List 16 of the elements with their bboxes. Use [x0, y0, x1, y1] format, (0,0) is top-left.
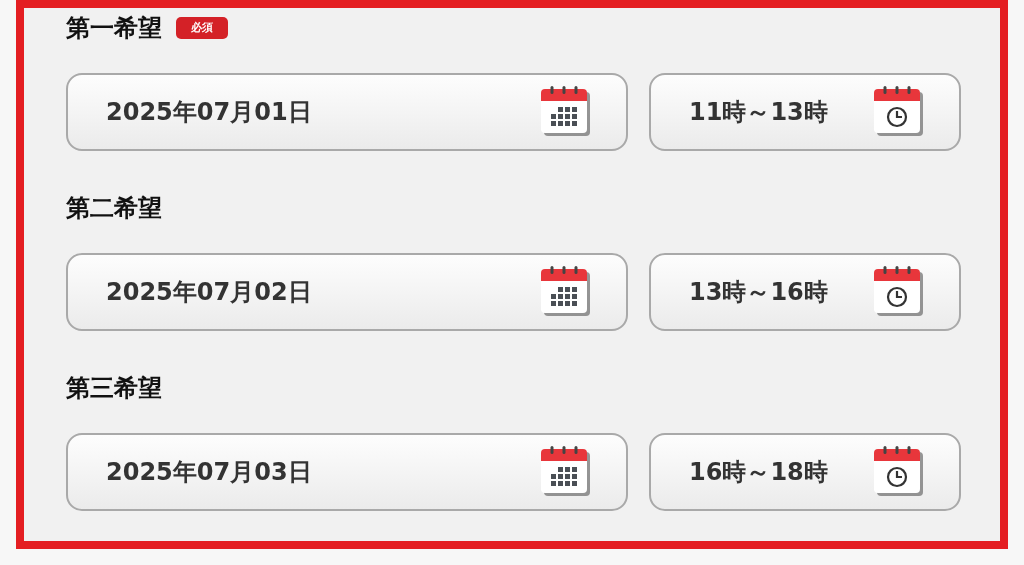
calendar-icon [540, 266, 592, 318]
calendar-icon [540, 86, 592, 138]
clock-calendar-icon [873, 86, 925, 138]
date-field[interactable]: 2025年07月02日 [66, 253, 628, 331]
date-field[interactable]: 2025年07月01日 [66, 73, 628, 151]
calendar-icon [540, 446, 592, 498]
required-badge: 必須 [176, 17, 228, 39]
time-field[interactable]: 16時～18時 [649, 433, 961, 511]
preference-heading: 第三希望 [66, 373, 162, 404]
clock-calendar-icon [873, 446, 925, 498]
preference-heading: 第二希望 [66, 193, 162, 224]
date-field[interactable]: 2025年07月03日 [66, 433, 628, 511]
clock-calendar-icon [873, 266, 925, 318]
time-field[interactable]: 11時～13時 [649, 73, 961, 151]
preference-heading: 第一希望 [66, 13, 162, 44]
time-field[interactable]: 13時～16時 [649, 253, 961, 331]
